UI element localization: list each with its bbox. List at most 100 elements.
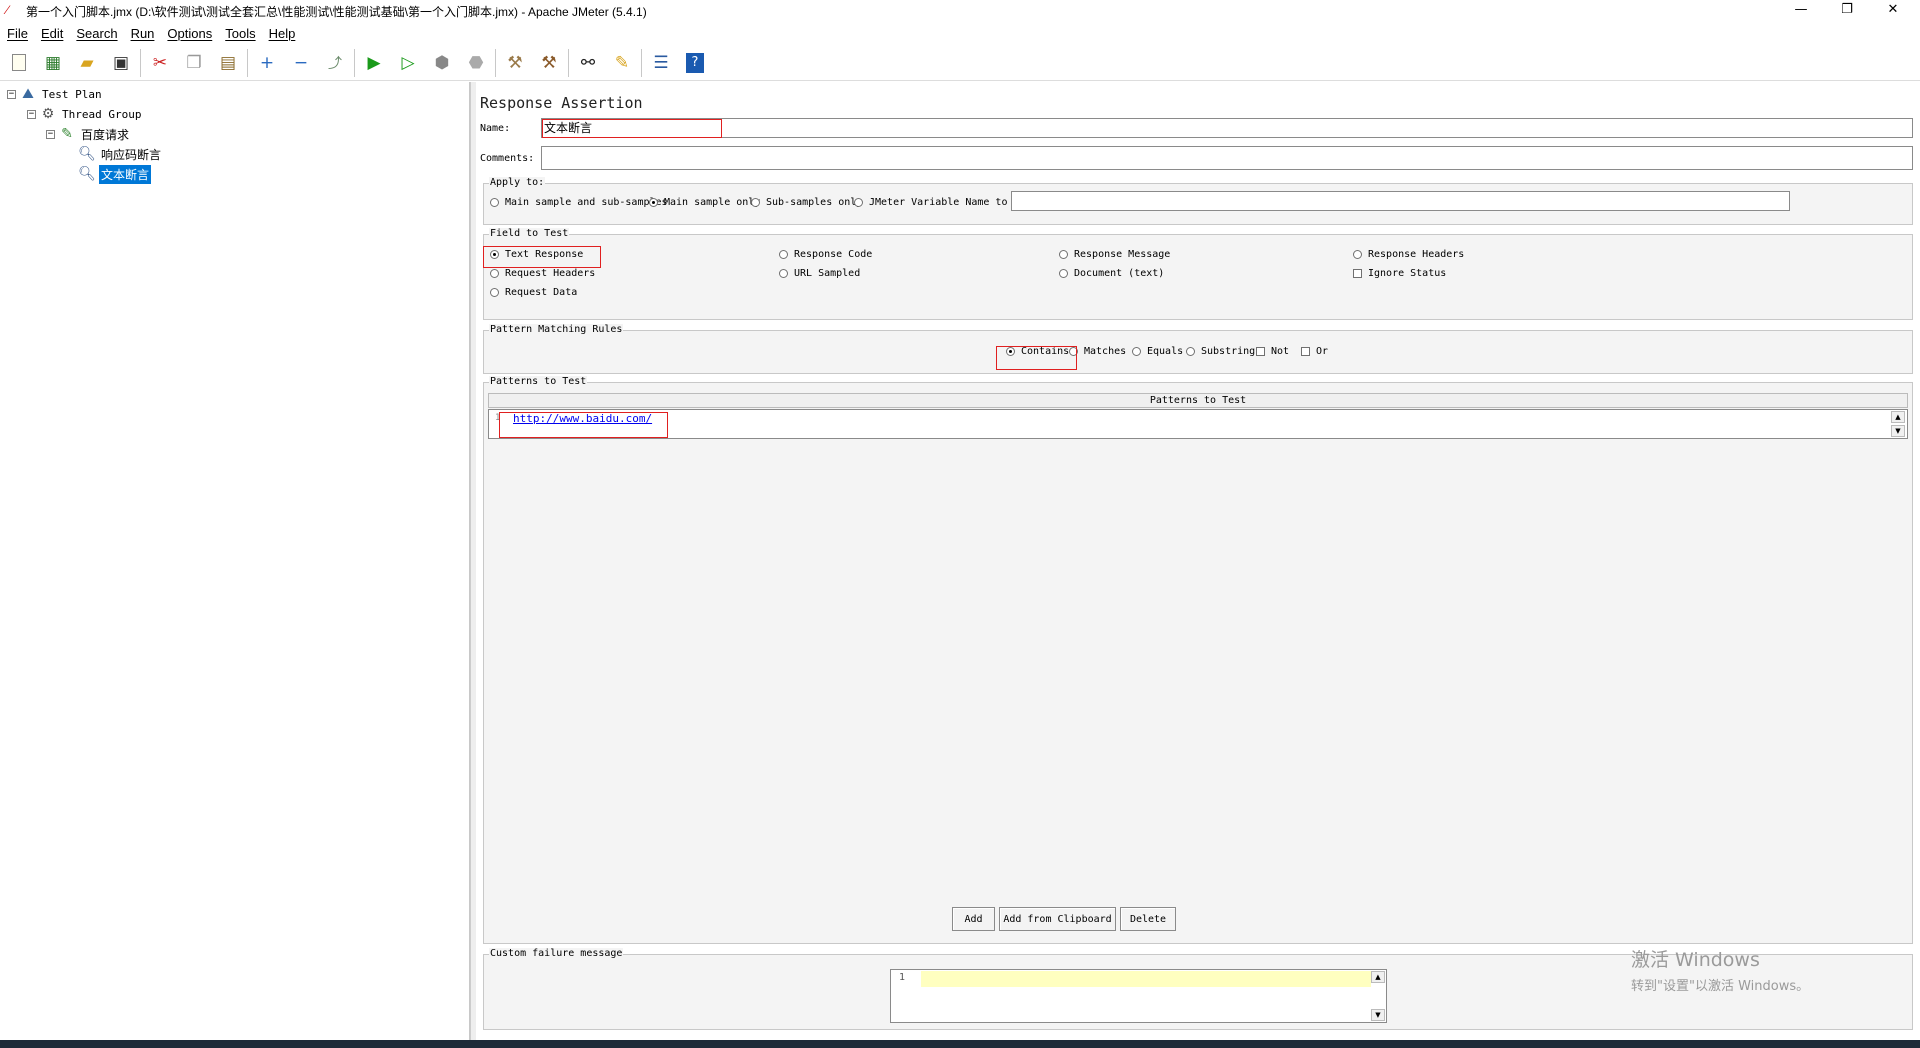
variable-name-field[interactable] (1011, 191, 1790, 211)
name-label: Name: (480, 123, 511, 134)
copy-icon[interactable]: ❐ (179, 48, 209, 78)
magnifier-icon: 🔍︎ (78, 166, 96, 182)
clear-icon[interactable]: ⚒ (500, 48, 530, 78)
text-response-radio[interactable]: Text Response (490, 249, 583, 260)
document-text-radio[interactable]: Document (text) (1059, 268, 1164, 279)
failure-message-editor[interactable]: 1 ▲ ▼ (890, 969, 1387, 1023)
equals-radio[interactable]: Equals (1132, 346, 1183, 357)
restore-button[interactable]: ❐ (1824, 0, 1870, 22)
tree-node-response-code-assertion[interactable]: 🔍︎ 响应码断言 (78, 145, 163, 163)
clear-all-icon[interactable]: ⚒ (534, 48, 564, 78)
scroll-up-icon[interactable]: ▲ (1891, 411, 1905, 423)
save-icon[interactable]: ▣ (106, 48, 136, 78)
radio-icon (751, 198, 760, 207)
menu-options[interactable]: Options (160, 26, 218, 41)
response-message-radio[interactable]: Response Message (1059, 249, 1170, 260)
open-icon[interactable]: ▰ (72, 48, 102, 78)
apply-variable-radio[interactable]: JMeter Variable Name to use (854, 197, 1032, 208)
pattern-rules-group: Pattern Matching Rules Contains Matches … (483, 324, 1913, 374)
menu-tools[interactable]: Tools (218, 26, 261, 41)
apply-to-legend: Apply to: (489, 177, 546, 188)
response-assertion-panel: Response Assertion Name: 文本断言 Comments: … (476, 82, 1920, 1040)
add-button[interactable]: Add (952, 907, 995, 931)
start-no-pauses-icon[interactable]: ▷ (393, 48, 423, 78)
response-code-radio[interactable]: Response Code (779, 249, 872, 260)
apply-sub-only-radio[interactable]: Sub-samples only (751, 197, 862, 208)
ignore-status-checkbox[interactable]: Ignore Status (1353, 268, 1446, 279)
field-to-test-legend: Field to Test (489, 228, 570, 239)
add-from-clipboard-button[interactable]: Add from Clipboard (999, 907, 1116, 931)
templates-icon[interactable]: ▦ (38, 48, 68, 78)
menu-file[interactable]: File (0, 26, 34, 41)
name-field[interactable]: 文本断言 (541, 118, 1913, 138)
help-icon[interactable]: ? (680, 48, 710, 78)
minimize-button[interactable]: — (1778, 0, 1824, 22)
paste-icon[interactable]: ▤ (213, 48, 243, 78)
radio-icon (1186, 347, 1195, 356)
tree-label: Test Plan (42, 87, 102, 101)
substring-radio[interactable]: Substring (1186, 346, 1255, 357)
search-icon[interactable]: ⚯ (573, 48, 603, 78)
request-data-radio[interactable]: Request Data (490, 287, 577, 298)
menu-help[interactable]: Help (262, 26, 302, 41)
scroll-down-icon[interactable]: ▼ (1371, 1009, 1385, 1021)
not-checkbox[interactable]: Not (1256, 346, 1289, 357)
function-helper-icon[interactable]: ☰ (646, 48, 676, 78)
radio-label: Response Code (794, 249, 873, 260)
radio-label: Request Headers (505, 268, 596, 279)
checkbox-label: Or (1316, 346, 1329, 357)
contains-radio[interactable]: Contains (1006, 346, 1069, 357)
patterns-table-row[interactable]: 1 http://www.baidu.com/ ▲ ▼ (488, 409, 1908, 439)
apply-main-only-radio[interactable]: Main sample only (649, 197, 760, 208)
windows-activation-watermark: 激活 Windows 转到"设置"以激活 Windows。 (1631, 945, 1809, 994)
patterns-column-header[interactable]: Patterns to Test (488, 393, 1908, 408)
radio-selected-icon (649, 198, 658, 207)
gear-icon: ⚙ (41, 106, 55, 122)
checkbox-label: Not (1271, 346, 1290, 357)
radio-label: Request Data (505, 287, 578, 298)
current-line-highlight (921, 971, 1371, 987)
scroll-up-icon[interactable]: ▲ (1371, 971, 1385, 983)
apply-main-and-sub-radio[interactable]: Main sample and sub-samples (490, 197, 668, 208)
watermark-line-2: 转到"设置"以激活 Windows。 (1631, 979, 1810, 994)
pattern-value[interactable]: http://www.baidu.com/ (513, 412, 652, 425)
or-checkbox[interactable]: Or (1301, 346, 1328, 357)
delete-button[interactable]: Delete (1120, 907, 1176, 931)
cut-icon[interactable]: ✂ (145, 48, 175, 78)
menu-edit[interactable]: Edit (34, 26, 69, 41)
request-headers-radio[interactable]: Request Headers (490, 268, 595, 279)
matches-radio[interactable]: Matches (1069, 346, 1126, 357)
collapse-icon[interactable]: − (286, 48, 316, 78)
tree-node-thread-group[interactable]: − ⚙ Thread Group (27, 105, 143, 123)
start-icon[interactable]: ▶ (359, 48, 389, 78)
shutdown-icon[interactable]: ⬣ (461, 48, 491, 78)
menu-search[interactable]: Search (69, 26, 123, 41)
toolbar-separator (641, 48, 642, 77)
title-bar: ⁄ 第一个入门脚本.jmx (D:\软件测试\测试全套汇总\性能测试\性能测试基… (0, 0, 1920, 22)
expand-icon[interactable]: + (252, 48, 282, 78)
response-headers-radio[interactable]: Response Headers (1353, 249, 1464, 260)
tree-node-http-sampler[interactable]: − ✎ 百度请求 (46, 125, 131, 143)
tree-label: 文本断言 (99, 164, 152, 184)
toggle-icon[interactable]: ⤴ (320, 48, 350, 78)
comments-field[interactable] (541, 146, 1913, 170)
comments-label: Comments: (480, 153, 535, 164)
collapse-toggle-icon[interactable]: − (7, 89, 16, 99)
reset-search-icon[interactable]: ✎ (607, 48, 637, 78)
close-button[interactable]: ✕ (1870, 0, 1916, 22)
radio-icon (779, 269, 788, 278)
collapse-toggle-icon[interactable]: − (46, 129, 55, 139)
radio-icon (1059, 250, 1068, 259)
collapse-toggle-icon[interactable]: − (27, 109, 36, 119)
new-icon[interactable] (4, 48, 34, 78)
stop-icon[interactable]: ⬢ (427, 48, 457, 78)
watermark-line-1: 激活 Windows (1631, 949, 1760, 971)
tree-node-text-assertion[interactable]: 🔍︎ 文本断言 (78, 164, 152, 184)
url-sampled-radio[interactable]: URL Sampled (779, 268, 860, 279)
menu-run[interactable]: Run (124, 26, 161, 41)
radio-icon (779, 250, 788, 259)
magnifier-icon: 🔍︎ (78, 146, 96, 162)
tree-node-test-plan[interactable]: − ⛰ Test Plan (7, 85, 104, 103)
taskbar (0, 1040, 1920, 1048)
scroll-down-icon[interactable]: ▼ (1891, 425, 1905, 437)
